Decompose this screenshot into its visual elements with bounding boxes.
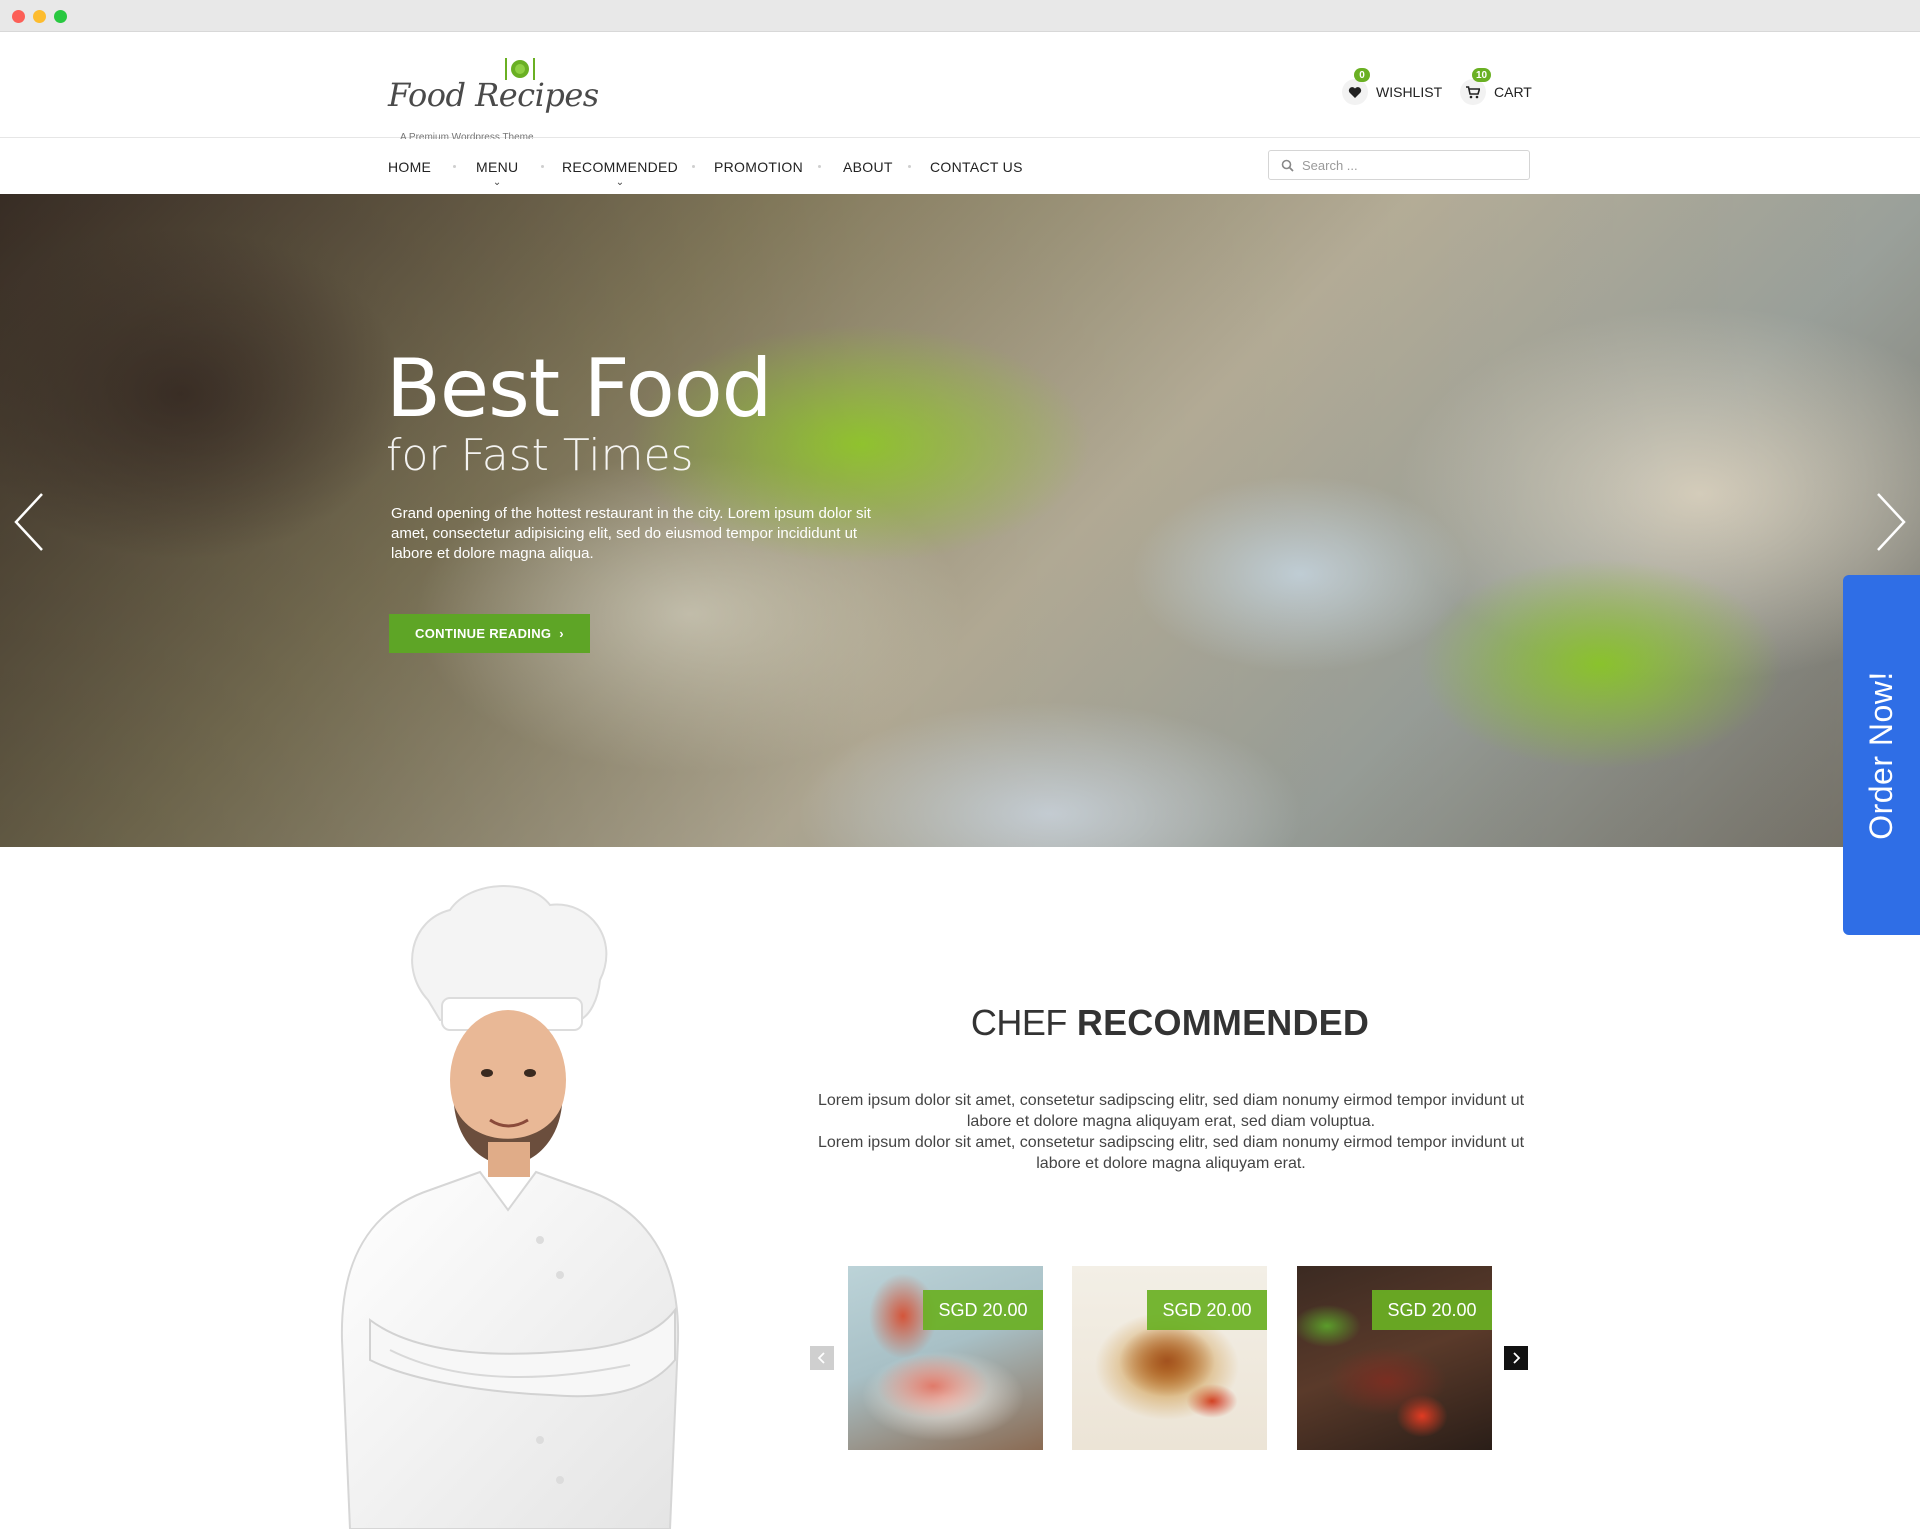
section-title: CHEF RECOMMENDED <box>900 1002 1440 1044</box>
order-now-tab[interactable]: Order Now! <box>1843 575 1920 935</box>
nav-item-label: MENU <box>476 158 519 175</box>
heart-icon <box>1348 86 1362 98</box>
hero-overlay <box>0 194 1920 847</box>
dish-card[interactable]: SGD 20.00 <box>848 1266 1043 1450</box>
section-title-bold: RECOMMENDED <box>1076 1002 1370 1043</box>
wishlist-label: WISHLIST <box>1376 84 1443 100</box>
nav-separator <box>541 165 544 168</box>
continue-reading-button[interactable]: CONTINUE READING › <box>389 614 590 653</box>
cart-count-badge: 10 <box>1472 68 1492 82</box>
cart-icon-wrap: 10 <box>1460 68 1492 105</box>
site-logo[interactable]: Food Recipes A Premium Wordpress Theme <box>388 52 599 143</box>
wishlist-icon-wrap: 0 <box>1342 68 1370 105</box>
order-now-label: Order Now! <box>1863 670 1899 840</box>
carousel-prev-button[interactable] <box>810 1346 834 1370</box>
nav-item-label: RECOMMENDED <box>562 158 679 175</box>
carousel-next-button[interactable] <box>1504 1346 1528 1370</box>
nav-separator <box>453 165 456 168</box>
wishlist-count-badge: 0 <box>1354 68 1370 82</box>
nav-separator <box>692 165 695 168</box>
hero-subtitle: for Fast Times <box>386 430 694 481</box>
nav-item-about[interactable]: ABOUT <box>843 139 893 194</box>
section-paragraph-1: Lorem ipsum dolor sit amet, consetetur s… <box>817 1092 1525 1130</box>
nav-item-home[interactable]: HOME <box>388 139 431 194</box>
section-title-light: CHEF <box>970 1002 1068 1043</box>
chevron-down-icon: ⌄ <box>492 177 502 188</box>
nav-item-label: HOME <box>388 158 432 175</box>
slider-next-arrow-icon[interactable] <box>1872 490 1908 554</box>
main-nav: HOME MENU ⌄ RECOMMENDED ⌄ PROMOTION ABOUT … <box>0 139 1920 194</box>
wishlist-link[interactable]: 0 WISHLIST <box>1342 68 1443 112</box>
nav-item-label: ABOUT <box>843 158 893 175</box>
minimize-window-dot[interactable] <box>33 10 46 23</box>
slider-prev-arrow-icon[interactable] <box>12 490 48 554</box>
nav-item-recommended[interactable]: RECOMMENDED ⌄ <box>562 139 678 194</box>
cart-label: CART <box>1494 84 1532 100</box>
section-paragraph-2: Lorem ipsum dolor sit amet, consetetur s… <box>817 1134 1525 1172</box>
hero-title: Best Food <box>386 342 772 435</box>
dish-price-tag: SGD 20.00 <box>1372 1290 1492 1330</box>
nav-item-promotion[interactable]: PROMOTION <box>714 139 803 194</box>
search-icon <box>1281 159 1294 172</box>
browser-titlebar <box>0 0 1920 32</box>
hero-slider: Best Food for Fast Times Grand opening o… <box>0 194 1920 847</box>
close-window-dot[interactable] <box>12 10 25 23</box>
chevron-left-icon <box>817 1352 825 1364</box>
chevron-down-icon: ⌄ <box>615 177 625 188</box>
cart-icon <box>1466 85 1480 98</box>
nav-item-label: CONTACT US <box>930 158 1023 175</box>
dish-price-tag: SGD 20.00 <box>1147 1290 1267 1330</box>
chevron-right-icon: › <box>559 626 564 641</box>
hero-description: Grand opening of the hottest restaurant … <box>391 505 871 562</box>
nav-item-contact-us[interactable]: CONTACT US <box>930 139 1023 194</box>
nav-separator <box>908 165 911 168</box>
section-description: Lorem ipsum dolor sit amet, consetetur s… <box>804 1090 1538 1174</box>
chef-image <box>340 885 680 1529</box>
maximize-window-dot[interactable] <box>54 10 67 23</box>
nav-item-label: PROMOTION <box>714 158 804 175</box>
search-input[interactable] <box>1302 157 1502 173</box>
dish-card[interactable]: SGD 20.00 <box>1072 1266 1267 1450</box>
nav-item-menu[interactable]: MENU ⌄ <box>476 139 518 194</box>
logo-title: Food Recipes <box>388 76 599 114</box>
continue-reading-label: CONTINUE READING <box>415 626 552 641</box>
dish-card[interactable]: SGD 20.00 <box>1297 1266 1492 1450</box>
cart-link[interactable]: 10 CART <box>1460 68 1532 112</box>
site-header: Food Recipes A Premium Wordpress Theme 0… <box>0 32 1920 143</box>
chevron-right-icon <box>1513 1352 1521 1364</box>
dish-price-tag: SGD 20.00 <box>923 1290 1043 1330</box>
nav-separator <box>818 165 821 168</box>
search-box[interactable] <box>1268 150 1530 180</box>
